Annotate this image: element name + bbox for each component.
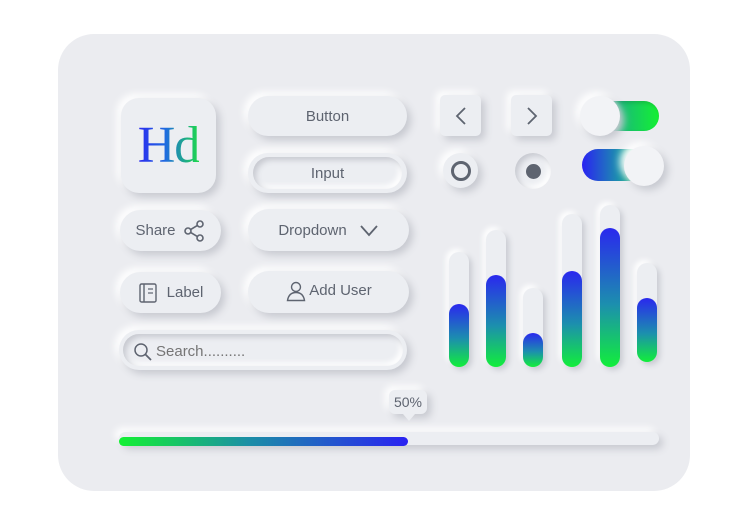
label-text: Label [166,284,204,301]
level-bar-fill [562,271,582,367]
level-bar-fill [486,275,506,367]
search-icon [134,343,152,361]
share-button[interactable]: Share [120,210,221,251]
progress-value-bubble: 50% [389,390,427,421]
dropdown-label: Dropdown [278,221,347,239]
share-icon [183,219,204,242]
share-label: Share [135,222,176,239]
search-bar[interactable] [119,330,407,370]
add-user-button[interactable]: Add User [248,271,409,313]
radio-dot [525,163,541,179]
progress-fill [119,437,408,446]
prev-button[interactable] [440,95,481,136]
toggle-off-knob[interactable] [624,146,664,186]
user-icon [286,281,306,302]
level-bar-fill [449,304,469,367]
next-button[interactable] [511,95,552,136]
radio-selected[interactable] [515,153,551,189]
input-button[interactable]: Input [248,153,407,193]
input-label: Input [310,164,345,182]
chevron-right-icon [526,106,537,125]
level-bar-fill [600,228,620,367]
logo-tile: Hd [121,98,216,193]
logo-text: Hd [137,117,201,174]
chevron-left-icon [455,106,466,125]
add-user-label: Add User [309,281,372,299]
radio-ring [450,160,471,181]
button[interactable]: Button [248,96,407,136]
progress-value-label: 50% [393,394,423,410]
search-input[interactable] [156,341,376,361]
dropdown[interactable]: Dropdown [248,209,409,251]
button-label: Button [305,107,350,125]
label-button[interactable]: Label [120,272,221,313]
book-icon [138,282,157,303]
toggle-on-knob[interactable] [580,96,620,136]
level-bar-fill [523,333,543,367]
chevron-down-icon [360,225,378,237]
level-bar-fill [637,298,657,362]
radio-unselected[interactable] [443,153,478,188]
